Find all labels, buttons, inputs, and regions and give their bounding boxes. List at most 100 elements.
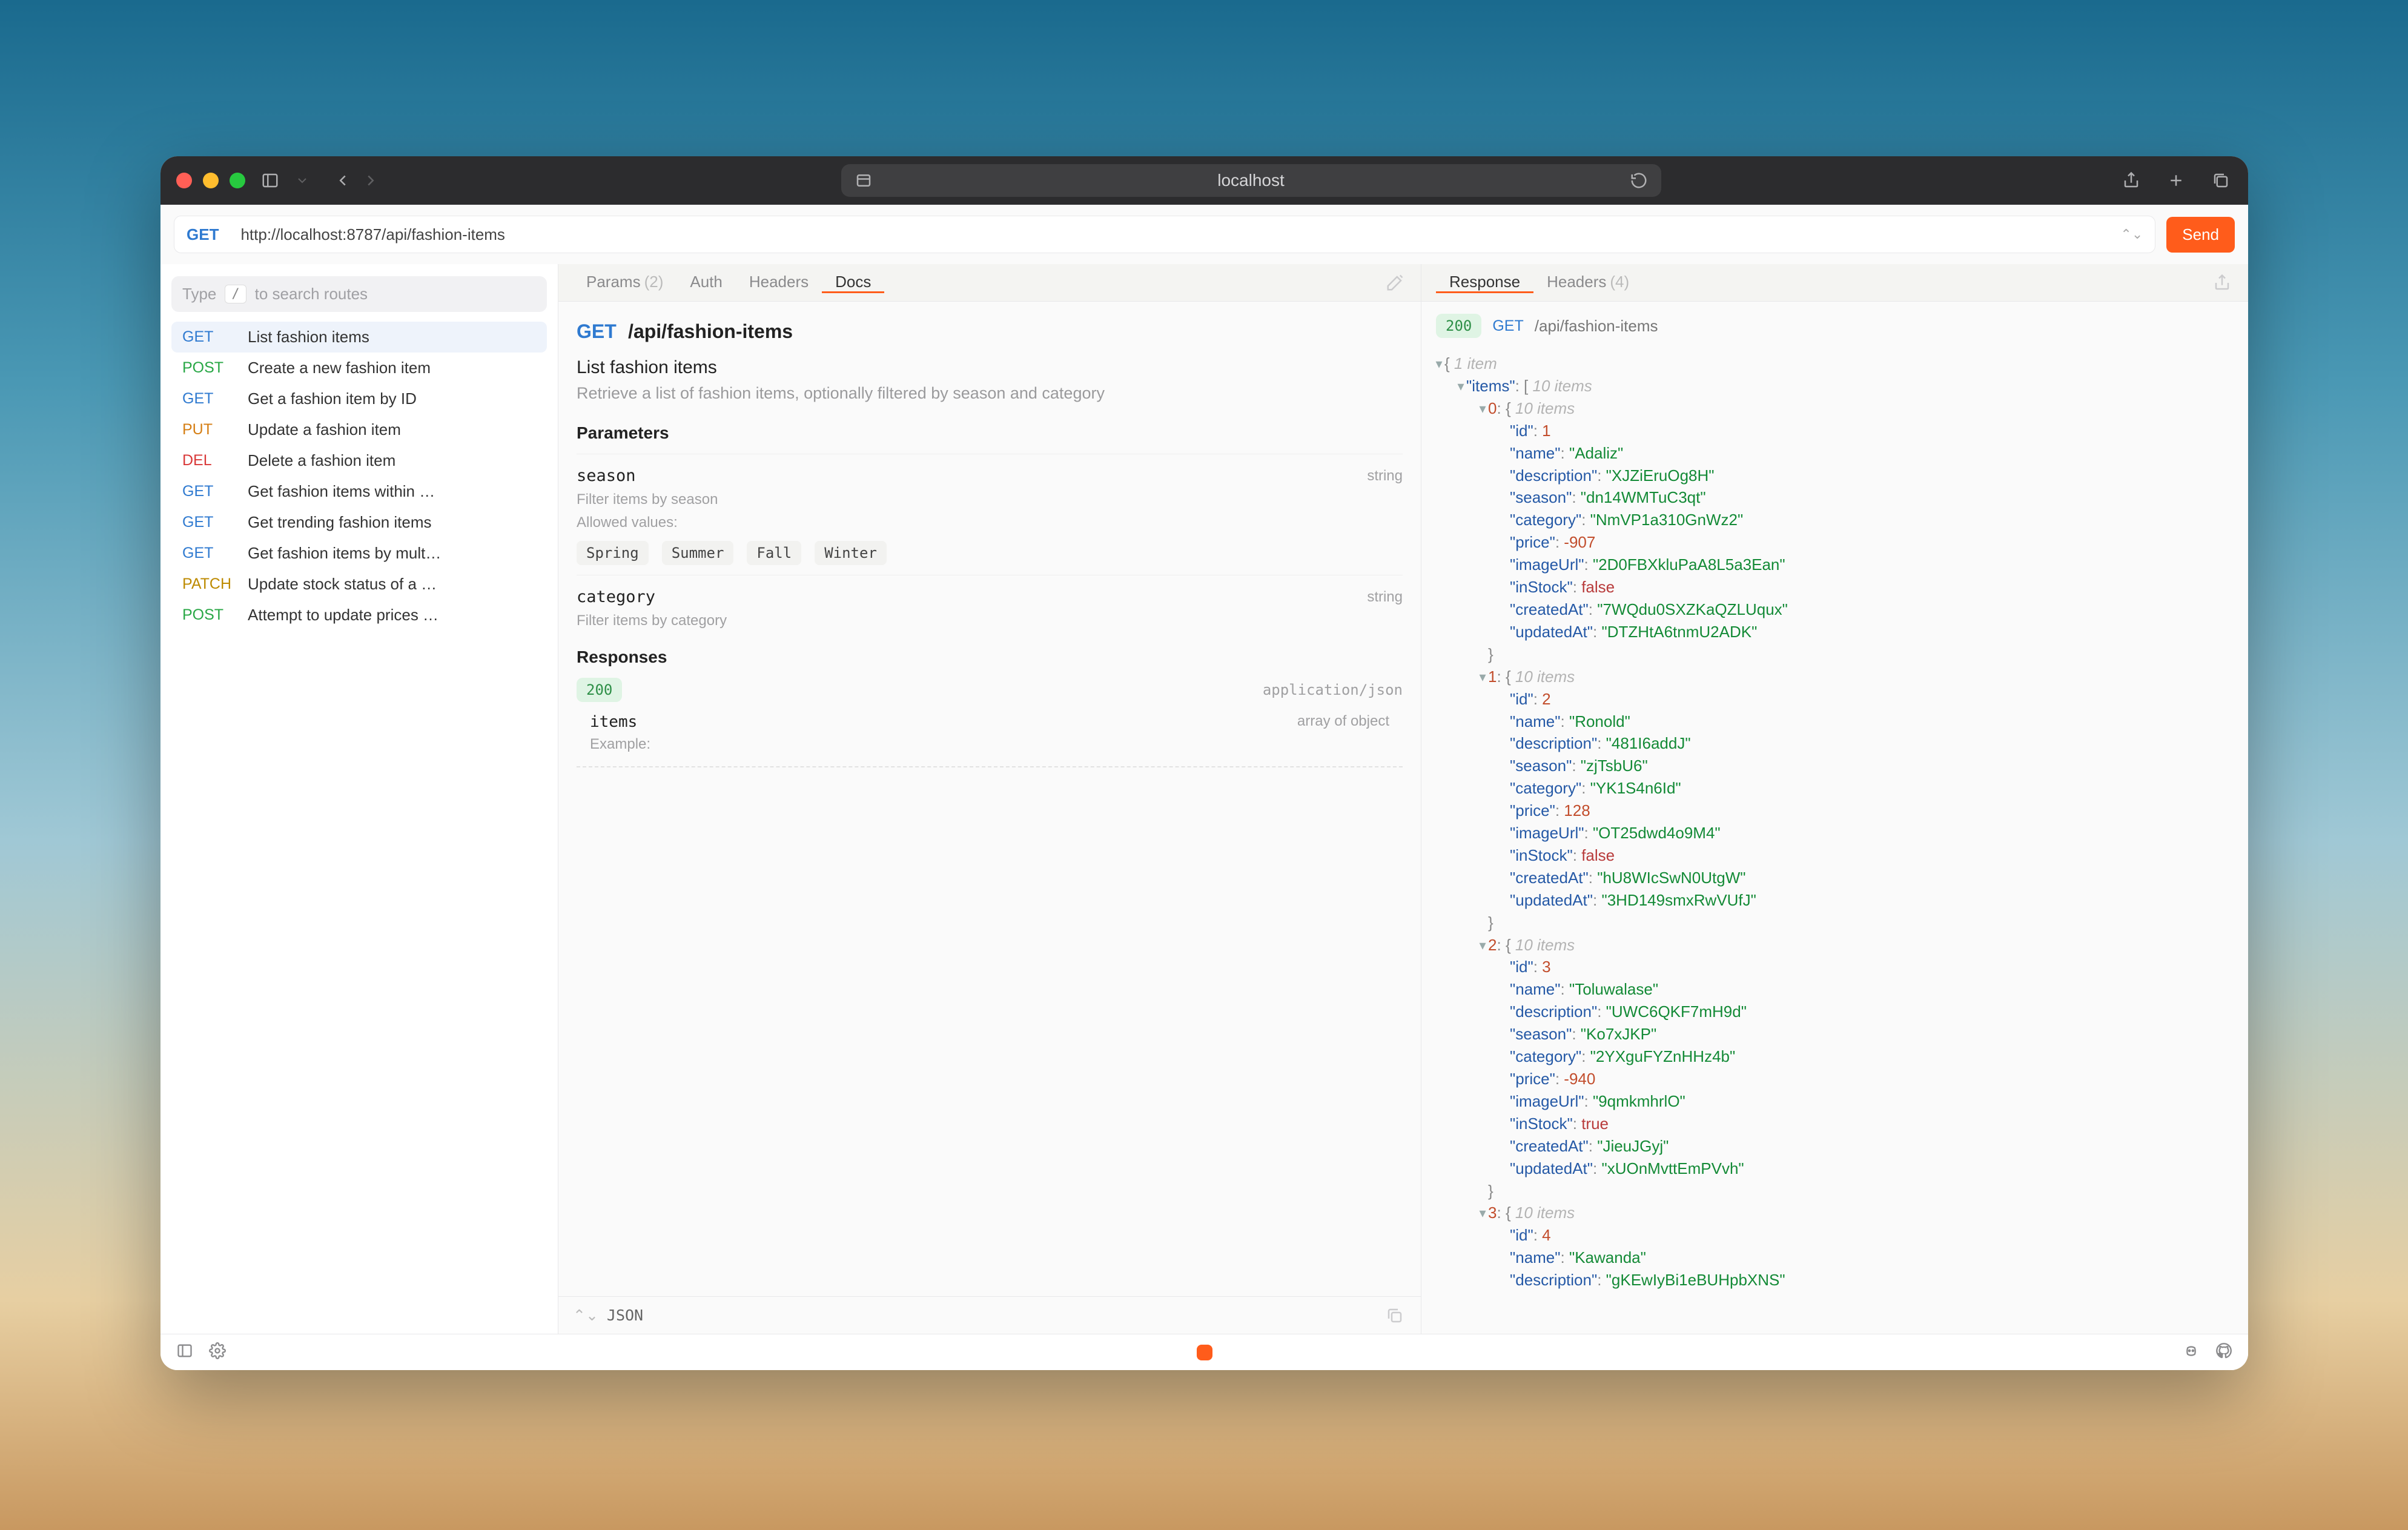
collapse-caret-icon[interactable]: ▾	[1434, 354, 1444, 373]
request-tabs: Params(2)AuthHeadersDocs	[558, 264, 1421, 302]
json-line: "updatedAt": "xUOnMvttEmPVvh"	[1434, 1157, 2236, 1180]
json-line: "imageUrl": "2D0FBXkluPaA8L5a3Ean"	[1434, 554, 2236, 576]
collapse-caret-icon[interactable]: ▾	[1477, 667, 1488, 686]
json-line: "season": "dn14WMTuC3qt"	[1434, 486, 2236, 509]
sidebar-route-5[interactable]: GETGet fashion items within …	[171, 476, 547, 507]
docs-heading: GET /api/fashion-items	[577, 320, 1403, 343]
route-method: PUT	[182, 421, 236, 439]
sidebar-route-0[interactable]: GETList fashion items	[171, 322, 547, 353]
response-summary: 200 GET /api/fashion-items	[1421, 302, 2248, 350]
routes-search-input[interactable]: Type / to search routes	[171, 276, 547, 312]
response-tab-headers[interactable]: Headers(4)	[1533, 273, 1642, 293]
allowed-value-chip: Winter	[815, 541, 887, 565]
docs-description: Retrieve a list of fashion items, option…	[577, 384, 1403, 403]
response-json-viewer[interactable]: ▾{ 1 item▾"items": [ 10 items▾0: { 10 it…	[1421, 350, 2248, 1334]
collapse-caret-icon[interactable]: ▾	[1455, 377, 1466, 396]
github-icon[interactable]	[2215, 1342, 2232, 1362]
parameters-heading: Parameters	[577, 423, 1403, 443]
responses-heading: Responses	[577, 647, 1403, 667]
request-tab-auth[interactable]: Auth	[676, 273, 736, 293]
response-tabs: ResponseHeaders(4)	[1421, 264, 2248, 302]
route-method: PATCH	[182, 575, 236, 593]
reload-icon[interactable]	[1627, 169, 1650, 192]
dropdown-chevron-icon[interactable]	[295, 169, 309, 192]
request-row: GET http://localhost:8787/api/fashion-it…	[160, 205, 2248, 264]
param-note: Filter items by category	[577, 612, 1403, 629]
browser-address-bar[interactable]: localhost	[841, 164, 1661, 197]
routes-list: GETList fashion itemsPOSTCreate a new fa…	[171, 322, 547, 631]
routes-sidebar: Type / to search routes GETList fashion …	[160, 264, 558, 1334]
route-label: Get fashion items within …	[248, 482, 435, 501]
collapse-caret-icon[interactable]: ▾	[1477, 936, 1488, 955]
minimize-window[interactable]	[203, 173, 219, 188]
response-item-name: items	[590, 713, 637, 731]
route-method: POST	[182, 606, 236, 624]
docs-title: List fashion items	[577, 357, 1403, 378]
close-window[interactable]	[176, 173, 192, 188]
back-icon[interactable]	[331, 169, 354, 192]
sidebar-route-6[interactable]: GETGet trending fashion items	[171, 507, 547, 538]
response-content-type: application/json	[1263, 681, 1403, 698]
send-button[interactable]: Send	[2166, 217, 2235, 253]
discord-icon[interactable]	[2183, 1342, 2200, 1362]
app-status-indicator[interactable]	[226, 1345, 2183, 1360]
sidebar-route-8[interactable]: PATCHUpdate stock status of a …	[171, 569, 547, 600]
request-method-select[interactable]: GET	[187, 225, 219, 244]
json-line: "updatedAt": "DTZHtA6tnmU2ADK"	[1434, 621, 2236, 643]
site-info-icon[interactable]	[852, 169, 875, 192]
sidebar-route-1[interactable]: POSTCreate a new fashion item	[171, 353, 547, 383]
maximize-window[interactable]	[230, 173, 245, 188]
json-line: "createdAt": "JieuJGyj"	[1434, 1135, 2236, 1157]
route-method: DEL	[182, 452, 236, 469]
json-line: "imageUrl": "OT25dwd4o9M4"	[1434, 822, 2236, 844]
route-label: Update a fashion item	[248, 420, 401, 439]
share-icon[interactable]	[2120, 169, 2143, 192]
sidebar-toggle-icon[interactable]	[259, 169, 282, 192]
json-line: "id": 1	[1434, 420, 2236, 442]
sidebar-route-2[interactable]: GETGet a fashion item by ID	[171, 383, 547, 414]
sidebar-route-4[interactable]: DELDelete a fashion item	[171, 445, 547, 476]
format-chevron-icon[interactable]: ⌃⌄	[573, 1306, 598, 1325]
request-tab-docs[interactable]: Docs	[822, 273, 884, 293]
request-url-input[interactable]: GET http://localhost:8787/api/fashion-it…	[174, 216, 2155, 253]
url-history-chevron-icon[interactable]: ⌃⌄	[2120, 227, 2143, 242]
route-method: POST	[182, 359, 236, 377]
settings-icon[interactable]	[209, 1342, 226, 1362]
json-line: ▾{ 1 item	[1434, 353, 2236, 375]
route-label: Get fashion items by mult…	[248, 544, 441, 563]
collapse-caret-icon[interactable]: ▾	[1477, 399, 1488, 418]
json-line: "description": "XJZiEruOg8H"	[1434, 465, 2236, 487]
magic-wand-icon[interactable]	[1383, 271, 1406, 294]
export-response-icon[interactable]	[2211, 271, 2234, 294]
json-line: "inStock": false	[1434, 844, 2236, 867]
response-path: /api/fashion-items	[1535, 317, 1658, 336]
sidebar-route-3[interactable]: PUT Update a fashion item	[171, 414, 547, 445]
response-tab-response[interactable]: Response	[1436, 273, 1533, 293]
request-tab-params[interactable]: Params(2)	[573, 273, 676, 293]
new-tab-icon[interactable]	[2165, 169, 2188, 192]
docs-heading-path: /api/fashion-items	[628, 320, 793, 342]
tabs-overview-icon[interactable]	[2209, 169, 2232, 192]
json-line: "price": -940	[1434, 1068, 2236, 1090]
response-method: GET	[1492, 317, 1523, 335]
json-line: "category": "2YXguFYZnHHz4b"	[1434, 1045, 2236, 1068]
param-note: Filter items by season	[577, 491, 1403, 508]
sidebar-route-9[interactable]: POSTAttempt to update prices …	[171, 600, 547, 631]
response-panel: ResponseHeaders(4) 200 GET /api/fashion-…	[1421, 264, 2248, 1334]
json-line: "updatedAt": "3HD149smxRwVUfJ"	[1434, 889, 2236, 912]
param-category: categorystringFilter items by category	[577, 575, 1403, 639]
copy-icon[interactable]	[1383, 1304, 1406, 1327]
json-line: "category": "YK1S4n6Id"	[1434, 777, 2236, 800]
json-line: "season": "Ko7xJKP"	[1434, 1023, 2236, 1045]
allowed-values-label: Allowed values:	[577, 514, 1403, 531]
request-tab-headers[interactable]: Headers	[736, 273, 822, 293]
format-select[interactable]: JSON	[607, 1306, 643, 1324]
response-example-label: Example:	[590, 736, 1389, 753]
panel-toggle-icon[interactable]	[176, 1342, 193, 1362]
json-line: "name": "Toluwalase"	[1434, 978, 2236, 1001]
json-line: "createdAt": "hU8WIcSwN0UtgW"	[1434, 867, 2236, 889]
collapse-caret-icon[interactable]: ▾	[1477, 1204, 1488, 1222]
sidebar-route-7[interactable]: GETGet fashion items by mult…	[171, 538, 547, 569]
app-footer	[160, 1334, 2248, 1370]
route-label: Get a fashion item by ID	[248, 389, 417, 408]
